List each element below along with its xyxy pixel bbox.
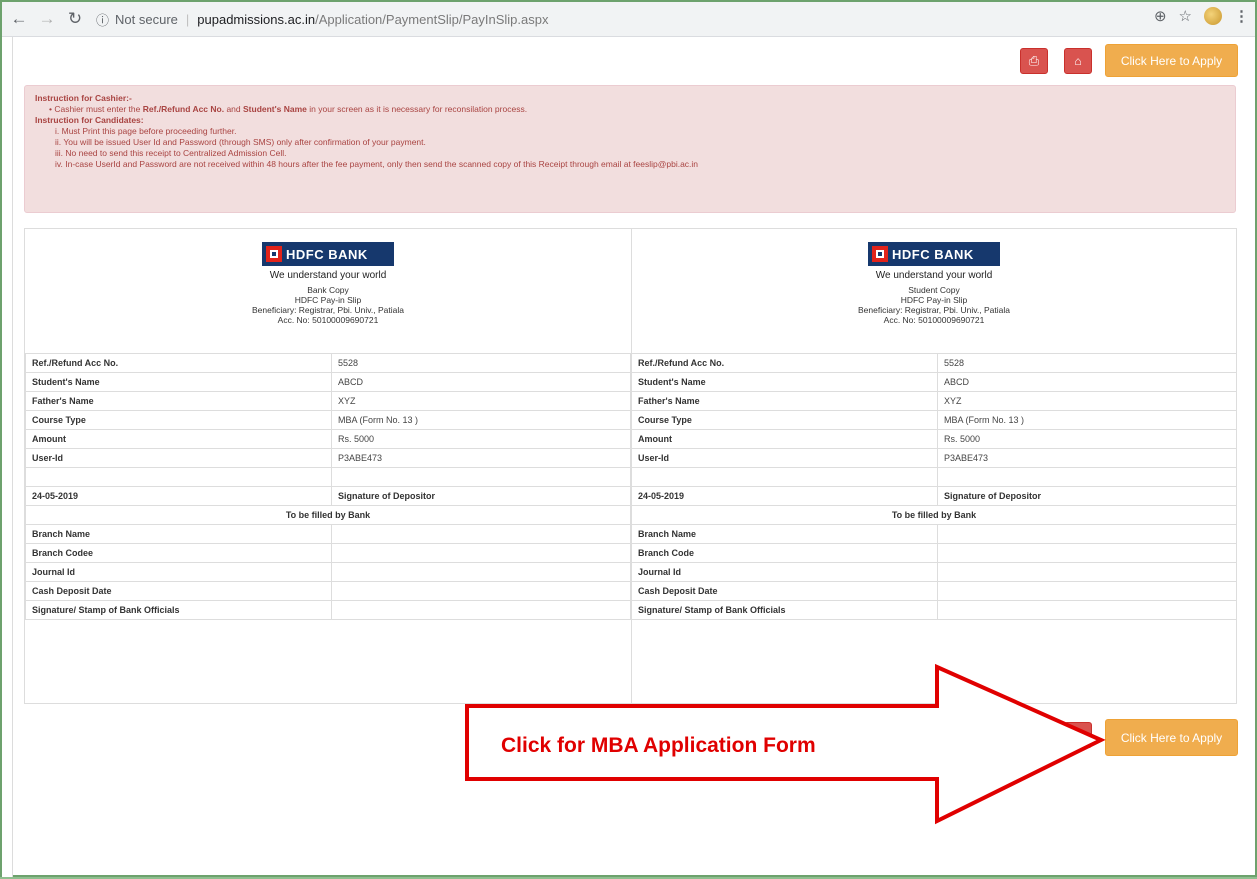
annotation-label: Click for MBA Application Form (501, 734, 816, 757)
page-frame: ← → ↻ ⓘ Not secure | pupadmissions.ac.in… (0, 0, 1257, 877)
